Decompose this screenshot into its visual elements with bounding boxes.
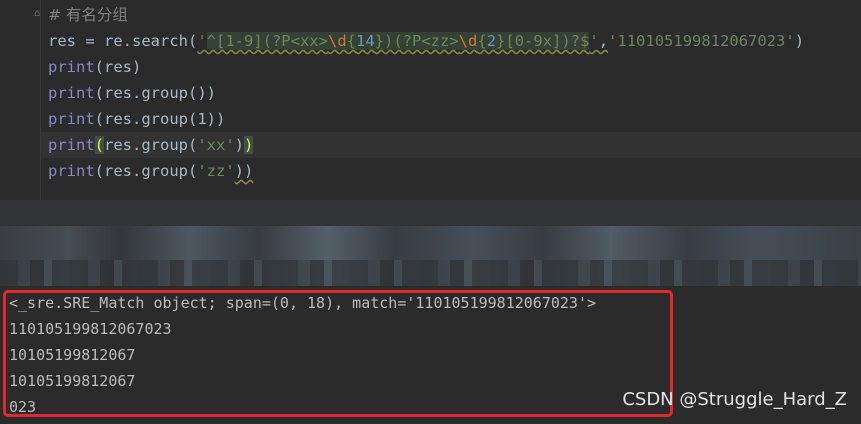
search-suffix: ): [794, 32, 805, 50]
paren-close: ): [234, 136, 245, 154]
paren-close-highlight: ): [244, 136, 254, 154]
regex-quote-close: ': [589, 32, 599, 50]
regex-brace: {: [477, 32, 487, 50]
red-highlight-box: [3, 290, 673, 417]
print-args: (res): [94, 58, 142, 76]
print-args: (res.group(1)): [94, 110, 226, 128]
code-line-search[interactable]: res = re.search('^[1-9](?P<xx>\d{14})(?P…: [48, 28, 804, 54]
regex-number: 14: [356, 32, 375, 50]
group-name-string: 'zz': [197, 162, 235, 180]
code-line-print-zz[interactable]: print(res.group('zz')): [48, 158, 253, 184]
regex-brace: {: [346, 32, 356, 50]
regex-number: 2: [486, 32, 497, 50]
fold-icon[interactable]: ⌂: [34, 8, 43, 19]
print-keyword: print: [48, 110, 95, 128]
print-args: (res.group(: [94, 162, 198, 180]
print-args: (res.group()): [94, 84, 216, 102]
regex-part: ^[1-9](?P<xx>: [206, 32, 328, 50]
regex-quote-open: ': [197, 32, 207, 50]
regex-escape: \d: [458, 32, 478, 50]
print-keyword: print: [48, 58, 95, 76]
print-keyword: print: [48, 162, 95, 180]
regex-part: })(?P<zz>: [374, 32, 459, 50]
paren-open-highlight: (: [94, 136, 105, 154]
print-args: res.group(: [104, 136, 198, 154]
regex-escape: \d: [327, 32, 347, 50]
code-editor[interactable]: ⌂ # 有名分组 res = re.search('^[1-9](?P<xx>\…: [0, 0, 861, 200]
arg-comma: ,: [598, 32, 609, 50]
panel-separator[interactable]: [0, 200, 861, 226]
code-line-comment[interactable]: # 有名分组: [48, 2, 128, 28]
code-line-print-group[interactable]: print(res.group()): [48, 80, 216, 106]
comment-hash: #: [48, 6, 61, 24]
gutter-divider: [40, 0, 41, 200]
comment-text: 有名分组: [61, 6, 128, 24]
print-keyword: print: [48, 136, 95, 154]
code-line-print-xx[interactable]: print(res.group('xx')): [41, 132, 861, 158]
print-keyword: print: [48, 84, 95, 102]
paren-close: )): [234, 162, 254, 180]
regex-part: }[0-9x])?$: [496, 32, 590, 50]
group-name-string: 'xx': [197, 136, 235, 154]
blurred-toolbar-lower: [0, 260, 861, 286]
id-string-arg: '110105199812067023': [608, 32, 795, 50]
code-line-print-res[interactable]: print(res): [48, 54, 141, 80]
csdn-watermark: CSDN @Struggle_Hard_Z: [622, 389, 847, 410]
code-line-print-group1[interactable]: print(res.group(1)): [48, 106, 225, 132]
search-prefix: res = re.search(: [48, 32, 198, 50]
